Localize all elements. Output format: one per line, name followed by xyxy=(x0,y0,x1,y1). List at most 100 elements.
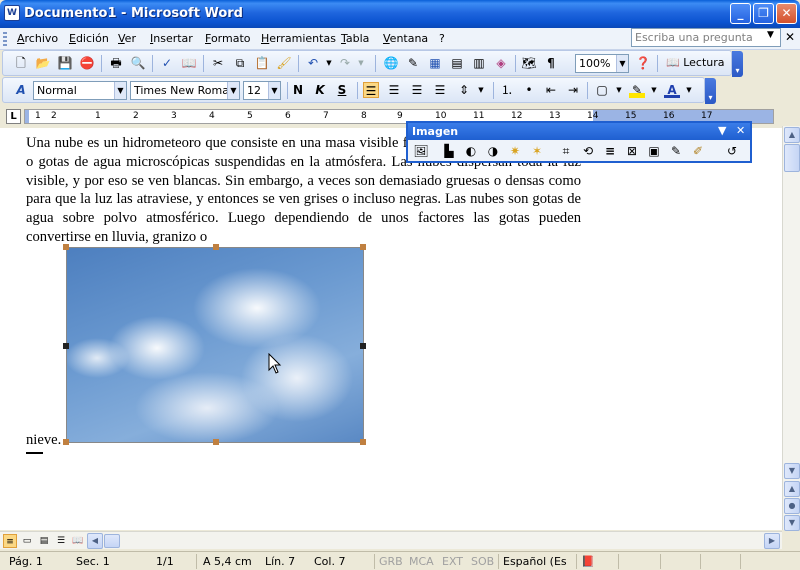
restore-button[interactable]: ❐ xyxy=(753,3,774,24)
document-trailing-word[interactable]: nieve. xyxy=(26,432,61,449)
scroll-left-icon[interactable]: ◀ xyxy=(87,533,103,549)
format-painter-icon[interactable]: 🖌 xyxy=(276,55,292,71)
font-size-combo[interactable]: 12 ▼ xyxy=(243,81,281,100)
zoom-dropdown-icon[interactable]: ▼ xyxy=(616,55,628,72)
line-spacing-icon[interactable]: ⇕ xyxy=(456,82,472,98)
more-brightness-icon[interactable]: ✷ xyxy=(507,143,523,159)
show-formatting-icon[interactable]: ¶ xyxy=(543,55,559,71)
text-wrapping-icon[interactable]: ▣ xyxy=(646,143,662,159)
menu-herramientas[interactable]: Herramientas xyxy=(261,32,336,45)
horizontal-scrollbar[interactable]: ≡ ▭ ▤ ☰ 📖 ◀ ▶ xyxy=(0,531,782,549)
align-center-icon[interactable]: ☰ xyxy=(386,82,402,98)
title-bar[interactable]: W Documento1 - Microsoft Word _ ❐ ✕ xyxy=(0,0,800,28)
print-icon[interactable]: 🖶 xyxy=(108,55,124,71)
tables-borders-icon[interactable]: ✎ xyxy=(405,55,421,71)
borders-dropdown-icon[interactable]: ▼ xyxy=(611,82,627,98)
resize-handle[interactable] xyxy=(63,439,69,445)
ask-question-input[interactable]: Escriba una pregunta xyxy=(631,28,781,47)
resize-handle[interactable] xyxy=(63,244,69,250)
minimize-button[interactable]: _ xyxy=(730,3,751,24)
toolbar-options-icon[interactable]: ▾ xyxy=(732,51,743,77)
redo-icon[interactable]: ↷ xyxy=(337,55,353,71)
crop-icon[interactable]: ⌗ xyxy=(558,143,574,159)
menu-insertar[interactable]: Insertar xyxy=(150,32,193,45)
style-combo[interactable]: Normal ▼ xyxy=(33,81,127,100)
previous-page-icon[interactable]: ▲ xyxy=(784,481,800,497)
resize-handle[interactable] xyxy=(213,439,219,445)
save-icon[interactable]: 💾 xyxy=(57,55,73,71)
font-color-dropdown-icon[interactable]: ▼ xyxy=(681,82,697,98)
align-left-icon[interactable]: ☰ xyxy=(363,82,379,98)
align-right-icon[interactable]: ☰ xyxy=(409,82,425,98)
document-close-icon[interactable]: ✕ xyxy=(785,30,795,44)
menu-archivo[interactable]: Archivo xyxy=(17,32,58,45)
spelling-icon[interactable]: ✓ xyxy=(159,55,175,71)
status-overtype[interactable]: SOB xyxy=(471,555,494,568)
style-dropdown-icon[interactable]: ▼ xyxy=(114,82,126,99)
picture-toolbar-close-icon[interactable]: ✕ xyxy=(736,124,745,137)
set-transparent-color-icon[interactable]: ✐ xyxy=(690,143,706,159)
insert-excel-icon[interactable]: ▤ xyxy=(449,55,465,71)
format-picture-icon[interactable]: ✎ xyxy=(668,143,684,159)
less-contrast-icon[interactable]: ◑ xyxy=(485,143,501,159)
reset-picture-icon[interactable]: ↺ xyxy=(724,143,740,159)
format-toolbar-options-icon[interactable]: ▾ xyxy=(705,78,716,104)
close-button[interactable]: ✕ xyxy=(776,3,797,24)
justify-icon[interactable]: ☰ xyxy=(432,82,448,98)
copy-icon[interactable]: ⧉ xyxy=(232,55,248,71)
bold-icon[interactable]: N xyxy=(290,82,306,98)
menu-help[interactable]: ? xyxy=(439,32,445,45)
paste-icon[interactable]: 📋 xyxy=(254,55,270,71)
hyperlink-icon[interactable]: 🌐 xyxy=(383,55,399,71)
numbering-icon[interactable]: ⒈ xyxy=(499,82,515,98)
resize-handle[interactable] xyxy=(360,439,366,445)
redo-dropdown-icon[interactable]: ▼ xyxy=(353,55,369,71)
font-dropdown-icon[interactable]: ▼ xyxy=(227,82,239,99)
more-contrast-icon[interactable]: ◐ xyxy=(463,143,479,159)
undo-dropdown-icon[interactable]: ▼ xyxy=(321,55,337,71)
undo-icon[interactable]: ↶ xyxy=(305,55,321,71)
resize-handle[interactable] xyxy=(360,343,366,349)
less-brightness-icon[interactable]: ✶ xyxy=(529,143,545,159)
font-size-dropdown-icon[interactable]: ▼ xyxy=(268,82,280,99)
resize-handle[interactable] xyxy=(213,244,219,250)
scroll-right-icon[interactable]: ▶ xyxy=(764,533,780,549)
status-language[interactable]: Español (Es xyxy=(503,555,567,568)
insert-picture-icon[interactable]: 🖼 xyxy=(413,143,429,159)
open-folder-icon[interactable]: 📂 xyxy=(35,55,51,71)
menu-edicion[interactable]: Edición xyxy=(69,32,109,45)
research-icon[interactable]: 📖 xyxy=(181,55,197,71)
styles-formatting-icon[interactable]: A xyxy=(13,82,29,98)
drawing-icon[interactable]: ◈ xyxy=(493,55,509,71)
status-extend[interactable]: EXT xyxy=(442,555,463,568)
menu-ventana[interactable]: Ventana xyxy=(383,32,428,45)
browse-object-icon[interactable]: ● xyxy=(784,498,800,514)
bullets-icon[interactable]: • xyxy=(521,82,537,98)
italic-icon[interactable]: K xyxy=(312,82,328,98)
picture-toolbar[interactable]: Imagen ▼ ✕ 🖼 ▙ ◐ ◑ ✷ ✶ ⌗ ⟲ ≡ ⊠ ▣ ✎ ✐ ↺ xyxy=(406,121,752,163)
highlight-dropdown-icon[interactable]: ▼ xyxy=(646,82,662,98)
cut-icon[interactable]: ✂ xyxy=(210,55,226,71)
borders-icon[interactable]: ▢ xyxy=(594,82,610,98)
spelling-status-icon[interactable]: 📕 xyxy=(581,555,595,568)
word-app-icon[interactable]: W xyxy=(4,5,20,21)
print-preview-icon[interactable]: 🔍 xyxy=(130,55,146,71)
picture-toolbar-options-icon[interactable]: ▼ xyxy=(718,124,726,137)
cloud-picture[interactable] xyxy=(63,244,366,445)
document-map-icon[interactable]: 🗺 xyxy=(521,55,537,71)
resize-handle[interactable] xyxy=(63,343,69,349)
new-document-icon[interactable]: 🗋 xyxy=(13,55,29,71)
resize-handle[interactable] xyxy=(360,244,366,250)
outline-view-icon[interactable]: ☰ xyxy=(54,534,68,548)
insert-table-icon[interactable]: ▦ xyxy=(427,55,443,71)
picture-toolbar-title[interactable]: Imagen xyxy=(408,123,750,140)
print-layout-icon[interactable]: ▤ xyxy=(37,534,51,548)
highlight-icon[interactable]: ✎ xyxy=(629,82,645,98)
menu-formato[interactable]: Formato xyxy=(205,32,251,45)
underline-icon[interactable]: S xyxy=(334,82,350,98)
scroll-down-icon[interactable]: ▼ xyxy=(784,463,800,479)
normal-view-icon[interactable]: ≡ xyxy=(3,534,17,548)
permission-icon[interactable]: ⛔ xyxy=(79,55,95,71)
menu-ver[interactable]: Ver xyxy=(118,32,136,45)
help-icon[interactable]: ❓ xyxy=(635,55,651,71)
